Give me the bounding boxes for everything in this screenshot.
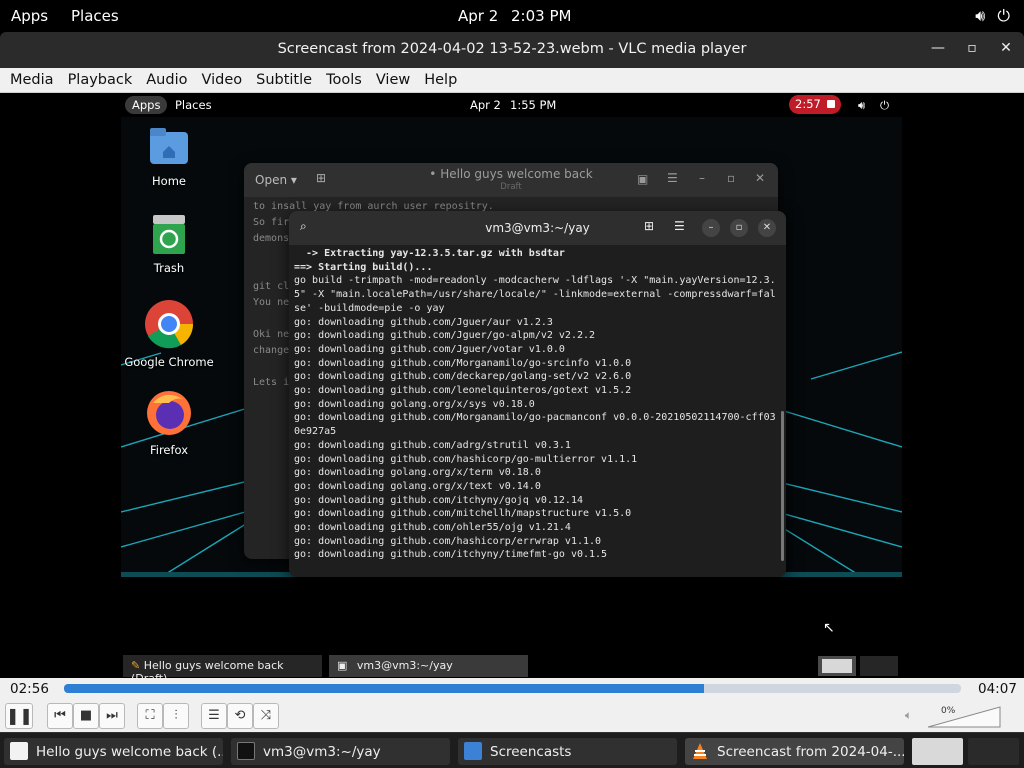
editor-minimize-icon: – — [699, 171, 705, 185]
menu-tools[interactable]: Tools — [326, 72, 362, 88]
pause-button[interactable]: ❚❚ — [5, 703, 33, 729]
desktop-icon-trash[interactable]: Trash — [121, 213, 217, 275]
taskbar-item-vlc[interactable]: Screencast from 2024-04-... — [685, 738, 904, 765]
video-workspace-1 — [818, 656, 856, 676]
workspace-2[interactable] — [968, 738, 1019, 765]
clock-time[interactable]: 2:03 PM — [511, 7, 571, 25]
menu-subtitle[interactable]: Subtitle — [256, 72, 312, 88]
desktop-icon-chrome[interactable]: Google Chrome — [121, 299, 217, 369]
video-time: 1:55 PM — [510, 98, 557, 112]
volume-percent: 0% — [941, 706, 956, 716]
clock-date[interactable]: Apr 2 — [458, 7, 498, 25]
video-task-terminal: ▣ vm3@vm3:~/yay — [329, 655, 528, 677]
vlc-icon — [691, 742, 709, 760]
seek-slider[interactable] — [64, 684, 961, 693]
video-date: Apr 2 — [470, 98, 501, 112]
shuffle-button[interactable]: ⤨ — [253, 703, 279, 729]
menu-playback[interactable]: Playback — [68, 72, 133, 88]
menu-view[interactable]: View — [376, 72, 410, 88]
apps-menu[interactable]: Apps — [11, 7, 48, 25]
next-button[interactable]: ⏭ — [99, 703, 125, 729]
video-area[interactable]: Apps Places Apr 2 1:55 PM 2:57 🔊︎ ⏻ Home… — [0, 93, 1024, 678]
menu-video[interactable]: Video — [201, 72, 242, 88]
stop-icon — [826, 100, 835, 108]
fullscreen-button[interactable]: ⛶ — [137, 703, 163, 729]
chrome-icon — [144, 299, 194, 349]
volume-slider[interactable]: 0% — [927, 706, 1001, 728]
seek-row: 02:56 04:07 — [0, 678, 1024, 700]
desktop-icon-label: Firefox — [149, 443, 189, 457]
playlist-button[interactable]: ☰ — [201, 703, 227, 729]
seek-progress — [64, 684, 704, 693]
elapsed-time: 02:56 — [10, 681, 49, 697]
desktop-icon-firefox[interactable]: Firefox — [121, 389, 217, 457]
places-menu[interactable]: Places — [71, 7, 119, 25]
desktop-icon-label: Trash — [153, 261, 185, 275]
editor-title: • Hello guys welcome back — [429, 167, 593, 181]
taskbar-item-files[interactable]: Screencasts — [458, 738, 677, 765]
editor-subtitle: Draft — [500, 182, 522, 192]
desktop-icon-label: Google Chrome — [124, 355, 214, 369]
controls-row: ❚❚ ⏮ ■ ⏭ ⛶ ⫶ ☰ ⟲ ⤨ 🔈︎ 0% — [0, 700, 1024, 732]
menu-icon: ☰ — [667, 171, 678, 185]
video-top-bar: Apps Places Apr 2 1:55 PM 2:57 🔊︎ ⏻ — [121, 93, 902, 117]
editor-close-icon: ✕ — [755, 171, 766, 185]
folder-icon — [148, 126, 190, 168]
taskbar-item-terminal[interactable]: vm3@vm3:~/yay — [231, 738, 450, 765]
desktop-icon-label: Home — [152, 174, 186, 188]
volume-icon[interactable]: 🔊︎ — [975, 6, 985, 26]
terminal-output: -> Extracting yay-12.3.5.tar.gz with bsd… — [294, 248, 776, 561]
loop-button[interactable]: ⟲ — [227, 703, 253, 729]
video-power-icon: ⏻ — [880, 98, 890, 112]
menu-media[interactable]: Media — [10, 72, 54, 88]
total-time: 04:07 — [978, 681, 1017, 697]
top-bar: Apps Places Apr 2 2:03 PM 🔊︎ ⏻ — [0, 0, 1024, 32]
vlc-titlebar[interactable]: Screencast from 2024-04-02 13-52-23.webm… — [0, 32, 1024, 68]
video-places: Places — [175, 98, 212, 112]
minimize-button[interactable]: — — [928, 40, 948, 60]
menu-bar: Media Playback Audio Video Subtitle Tool… — [0, 68, 1024, 93]
extended-settings-button[interactable]: ⫶ — [163, 703, 189, 729]
mute-icon[interactable]: 🔈︎ — [905, 708, 912, 723]
recording-time: 2:57 — [795, 97, 821, 111]
window-title: Screencast from 2024-04-02 13-52-23.webm… — [277, 41, 747, 57]
editor-header: Open ▾ ⊞ • Hello guys welcome back Draft… — [244, 163, 778, 197]
terminal-icon — [237, 742, 255, 760]
taskbar: Hello guys welcome back (... vm3@vm3:~/y… — [0, 732, 1024, 768]
trash-icon — [148, 213, 190, 255]
terminal-close-icon: ✕ — [758, 219, 776, 237]
terminal-new-tab-icon: ⊞ — [644, 219, 655, 233]
recording-indicator: 2:57 — [789, 95, 841, 114]
terminal-window: ⌕ vm3@vm3:~/yay ⊞ ☰ – ▫ ✕ -> Extracting … — [289, 211, 786, 577]
menu-help[interactable]: Help — [424, 72, 457, 88]
maximize-button[interactable]: ▫ — [962, 40, 982, 60]
video-workspace-2 — [860, 656, 898, 676]
firefox-icon — [145, 389, 193, 437]
previous-button[interactable]: ⏮ — [47, 703, 73, 729]
desktop-icon-home[interactable]: Home — [121, 126, 217, 188]
editor-maximize-icon: ▫ — [727, 171, 736, 185]
terminal-icon: ▣ — [337, 659, 348, 672]
workspace-1[interactable] — [912, 738, 963, 765]
terminal-scrollbar — [781, 411, 784, 561]
close-button[interactable]: ✕ — [996, 40, 1016, 60]
video-volume-icon: 🔊︎ — [858, 98, 866, 112]
video-apps: Apps — [125, 96, 168, 114]
taskbar-item-editor[interactable]: Hello guys welcome back (... — [4, 738, 223, 765]
power-icon[interactable]: ⏻ — [997, 6, 1010, 26]
text-editor-icon: ✎ — [131, 659, 141, 672]
video-task-editor: ✎ Hello guys welcome back (Draft) - ... — [123, 655, 322, 678]
text-editor-icon — [10, 742, 28, 760]
system-tray[interactable]: 🔊︎ ⏻ — [975, 6, 1010, 26]
cursor-icon: ↖ — [823, 620, 835, 636]
menu-audio[interactable]: Audio — [146, 72, 187, 88]
terminal-minimize-icon: – — [702, 219, 720, 237]
stop-button[interactable]: ■ — [73, 703, 99, 729]
terminal-menu-icon: ☰ — [674, 219, 685, 233]
save-icon: ▣ — [637, 172, 649, 186]
terminal-header: ⌕ vm3@vm3:~/yay ⊞ ☰ – ▫ ✕ — [289, 211, 786, 245]
files-icon — [464, 742, 482, 760]
terminal-maximize-icon: ▫ — [730, 219, 748, 237]
